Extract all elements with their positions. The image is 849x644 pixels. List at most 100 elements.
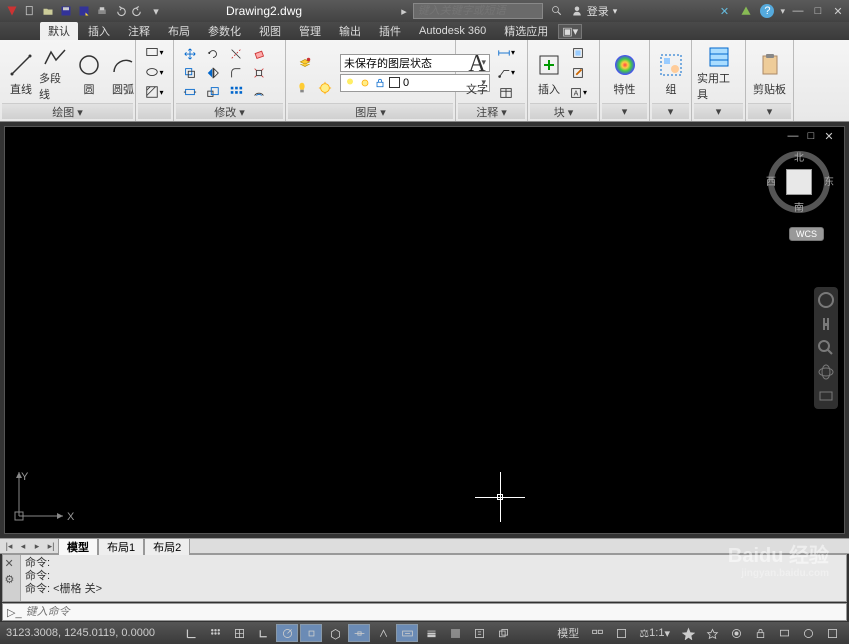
tool-rotate[interactable] — [202, 45, 224, 63]
help-search-input[interactable] — [413, 3, 543, 19]
viewcube[interactable]: 北 南 西 东 — [764, 147, 834, 237]
tool-trim[interactable] — [225, 45, 247, 63]
tool-scale[interactable] — [202, 83, 224, 101]
tool-circle[interactable]: 圆 — [73, 44, 105, 102]
status-dyninput-icon[interactable] — [396, 624, 418, 642]
layer-properties-icon[interactable] — [291, 49, 319, 77]
status-snap-icon[interactable] — [204, 624, 226, 642]
tab-layout1[interactable]: 布局1 — [98, 538, 144, 555]
tab-view[interactable]: 视图 — [251, 22, 289, 40]
status-polar-icon[interactable] — [276, 624, 298, 642]
viewport-minimize-icon[interactable]: — — [786, 130, 800, 142]
panel-group-title[interactable]: ▾ — [652, 103, 689, 119]
tool-array[interactable] — [225, 83, 247, 101]
tool-fillet[interactable] — [225, 64, 247, 82]
tool-edit-block[interactable] — [567, 64, 589, 82]
layer-freeze-icon[interactable] — [314, 79, 336, 97]
status-cleanscreen-icon[interactable] — [821, 624, 843, 642]
tool-clipboard[interactable]: 剪贴板 — [751, 44, 788, 102]
layer-off-icon[interactable] — [291, 79, 313, 97]
tool-copy[interactable] — [179, 64, 201, 82]
status-otrack-icon[interactable] — [348, 624, 370, 642]
coordinate-readout[interactable]: 3123.3008, 1245.0119, 0.0000 — [6, 627, 156, 639]
tool-leader[interactable]: ▾ — [495, 64, 517, 82]
status-layout-quickview-icon[interactable] — [586, 624, 608, 642]
maximize-button[interactable]: □ — [811, 4, 825, 18]
save-icon[interactable] — [58, 3, 74, 19]
tool-mirror[interactable] — [202, 64, 224, 82]
viewcube-south[interactable]: 南 — [794, 199, 804, 214]
tool-text[interactable]: A文字 — [461, 44, 493, 102]
tool-line[interactable]: 直线 — [5, 44, 37, 102]
tool-group[interactable]: 组 — [655, 44, 687, 102]
undo-icon[interactable] — [112, 3, 128, 19]
viewcube-west[interactable]: 西 — [766, 173, 776, 188]
tool-dimension[interactable]: ▾ — [495, 44, 517, 62]
wcs-badge[interactable]: WCS — [789, 227, 824, 241]
nav-showmotion-icon[interactable] — [817, 387, 835, 405]
viewport-maximize-icon[interactable]: □ — [804, 130, 818, 142]
minimize-button[interactable]: — — [791, 4, 805, 18]
panel-annot-title[interactable]: 注释 ▾ — [458, 103, 525, 119]
nav-zoom-icon[interactable] — [817, 339, 835, 357]
tab-manage[interactable]: 管理 — [291, 22, 329, 40]
tool-insert[interactable]: 插入 — [533, 44, 565, 102]
tool-polyline[interactable]: 多段线 — [39, 44, 71, 102]
saveas-icon[interactable] — [76, 3, 92, 19]
exchange-icon[interactable]: ✕ — [716, 3, 732, 19]
qat-more-icon[interactable]: ▾ — [148, 3, 164, 19]
tool-explode[interactable] — [248, 64, 270, 82]
viewport[interactable]: — □ ✕ 北 南 西 东 WCS Y X — [4, 126, 845, 534]
nav-wheel-icon[interactable] — [817, 291, 835, 309]
tab-featured[interactable]: 精选应用 — [496, 22, 556, 40]
tab-insert[interactable]: 插入 — [80, 22, 118, 40]
tool-properties[interactable]: 特性 — [605, 44, 644, 102]
tool-utilities[interactable]: 实用工具 — [697, 44, 740, 102]
app-logo[interactable] — [4, 3, 20, 19]
cmd-options-icon[interactable]: ⚙ — [5, 573, 19, 587]
tab-next-icon[interactable]: ▸ — [30, 539, 44, 553]
tool-stretch[interactable] — [179, 83, 201, 101]
tool-erase[interactable] — [248, 45, 270, 63]
status-transparency-icon[interactable] — [444, 624, 466, 642]
tab-expand-icon[interactable]: ▣▾ — [558, 24, 582, 39]
nav-orbit-icon[interactable] — [817, 363, 835, 381]
tool-hatch[interactable]: ▾ — [144, 83, 166, 101]
open-icon[interactable] — [40, 3, 56, 19]
tool-ellipse[interactable]: ▾ — [144, 63, 166, 81]
command-history[interactable]: 命令: 命令: 命令: <栅格 关> — [21, 555, 846, 601]
status-isolate-icon[interactable] — [797, 624, 819, 642]
tool-rectangle[interactable]: ▾ — [144, 43, 166, 61]
login-group[interactable]: 登录 ▾ — [571, 3, 618, 19]
tab-last-icon[interactable]: ▸| — [44, 539, 58, 553]
tab-default[interactable]: 默认 — [40, 22, 78, 40]
tab-parametric[interactable]: 参数化 — [200, 22, 249, 40]
status-qprops-icon[interactable] — [468, 624, 490, 642]
tab-layout2[interactable]: 布局2 — [144, 538, 190, 555]
tool-arc[interactable]: 圆弧 — [107, 44, 139, 102]
command-input[interactable] — [26, 606, 842, 618]
panel-clip-title[interactable]: ▾ — [748, 103, 791, 119]
tool-edit-attr[interactable]: A▾ — [567, 84, 589, 102]
panel-draw-title[interactable]: 绘图 ▾ — [2, 103, 133, 119]
status-lock-icon[interactable] — [749, 624, 771, 642]
status-osnap-icon[interactable] — [300, 624, 322, 642]
tab-first-icon[interactable]: |◂ — [2, 539, 16, 553]
close-button[interactable]: ✕ — [831, 4, 845, 18]
tool-offset[interactable] — [248, 83, 270, 101]
viewport-close-icon[interactable]: ✕ — [822, 130, 836, 142]
cmd-close-icon[interactable]: ✕ — [5, 557, 19, 571]
status-workspace-icon[interactable] — [725, 624, 747, 642]
tab-prev-icon[interactable]: ◂ — [16, 539, 30, 553]
viewcube-east[interactable]: 东 — [824, 173, 834, 188]
help-icon[interactable]: ? — [760, 4, 774, 18]
nav-pan-icon[interactable] — [817, 315, 835, 333]
status-lineweight-icon[interactable] — [420, 624, 442, 642]
tab-addins[interactable]: 插件 — [371, 22, 409, 40]
tab-model[interactable]: 模型 — [58, 538, 98, 555]
status-cycling-icon[interactable] — [492, 624, 514, 642]
viewcube-face[interactable] — [786, 169, 812, 195]
status-ducs-icon[interactable] — [372, 624, 394, 642]
search-icon[interactable] — [549, 3, 565, 19]
tab-output[interactable]: 输出 — [331, 22, 369, 40]
